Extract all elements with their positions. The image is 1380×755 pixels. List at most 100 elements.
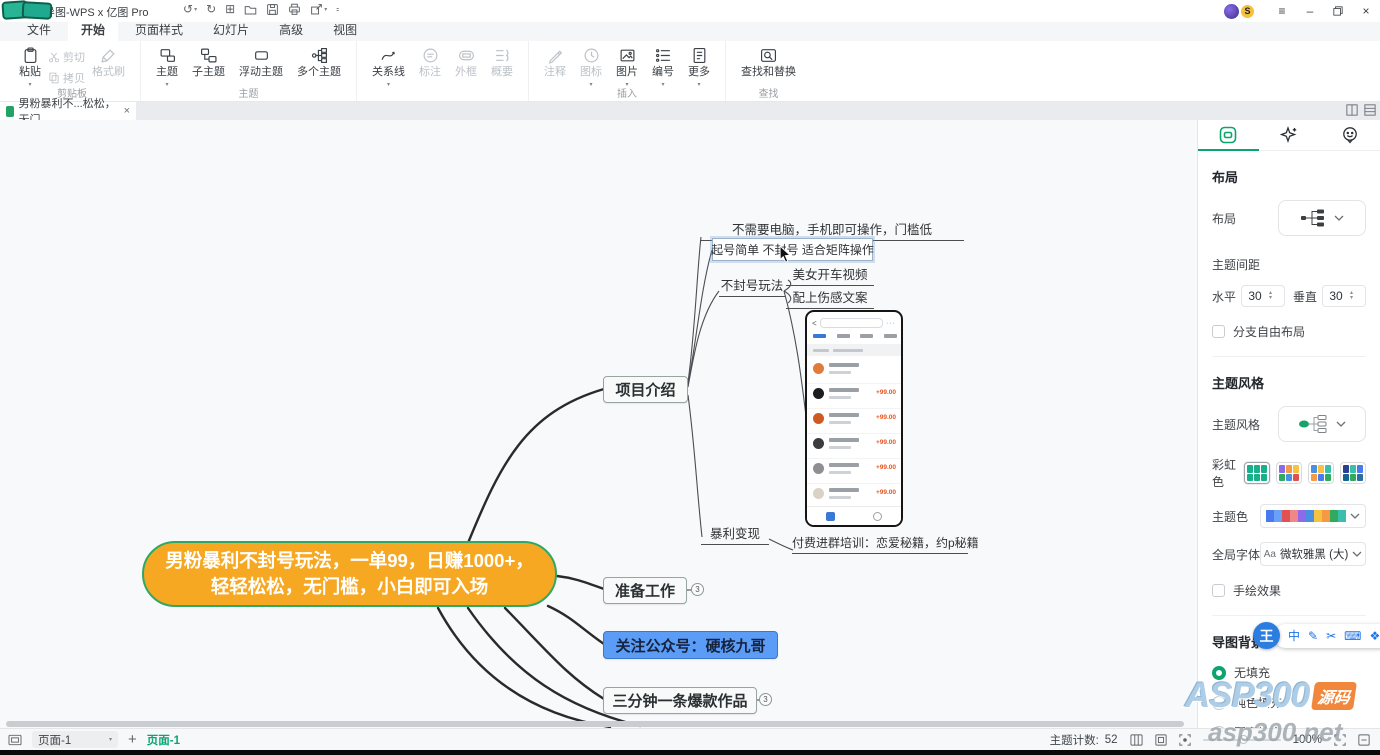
comment-button[interactable]: 注释 (537, 46, 573, 79)
callout-button[interactable]: 标注 (412, 46, 448, 79)
free-layout-checkbox[interactable] (1212, 325, 1225, 338)
copy-button[interactable]: 拷贝 (48, 70, 85, 86)
phone-screenshot-node[interactable]: < ··· +99.00+99.00+99.00+99.00+99.00 (805, 310, 903, 527)
print-icon[interactable] (288, 3, 301, 16)
menu-home[interactable]: 开始 (68, 19, 118, 41)
document-tab[interactable]: 男粉暴利不...松松，无门 × (0, 102, 136, 120)
ime-skin-icon[interactable]: ❖ (1369, 629, 1380, 643)
leaf-sad-text[interactable]: 配上伤感文案 (786, 287, 874, 309)
menu-slides[interactable]: 幻灯片 (200, 19, 262, 41)
theme-color-dropdown[interactable] (1260, 504, 1366, 528)
menu-file[interactable]: 文件 (14, 19, 64, 41)
theme-color-chip (1266, 510, 1274, 522)
stepper-arrows[interactable]: ▴▾ (1350, 291, 1353, 301)
bottom-black-strip (0, 750, 1380, 755)
no-fill-radio[interactable] (1212, 666, 1226, 680)
phone-avatar (813, 438, 824, 449)
solid-fill-radio[interactable] (1212, 696, 1226, 710)
grid-view-icon[interactable] (1346, 104, 1358, 116)
minimize-button[interactable]: – (1296, 0, 1324, 22)
summary-button[interactable]: 概要 (484, 46, 520, 79)
ime-keyboard-icon[interactable]: ⌨ (1344, 629, 1361, 643)
relation-line-button[interactable]: 关系线▾ (365, 46, 412, 92)
center-focus-icon[interactable] (1179, 734, 1191, 746)
rainbow-label: 彩虹色 (1212, 456, 1244, 490)
tab-sticker-panel[interactable] (1319, 120, 1380, 150)
close-button[interactable]: × (1352, 0, 1380, 22)
share-icon[interactable]: ▾ (310, 3, 327, 16)
horizontal-spacing-input[interactable] (1242, 289, 1268, 303)
theme-style-dropdown[interactable] (1278, 406, 1366, 442)
node-follow-account[interactable]: 关注公众号：硬核九哥 (603, 631, 778, 659)
panel-view-icon[interactable] (1364, 104, 1376, 116)
zoom-slider-handle[interactable] (1239, 735, 1248, 744)
tab-style-panel[interactable] (1198, 120, 1259, 150)
stepper-arrows[interactable]: ▴▾ (1269, 291, 1272, 301)
global-font-dropdown[interactable]: Aa 微软雅黑 (大) (1260, 542, 1366, 566)
floating-topic-button[interactable]: 浮动主题 (232, 46, 290, 79)
leaf-no-ban[interactable]: 不封号玩法 (719, 275, 785, 297)
node-three-minutes[interactable]: 三分钟一条爆款作品 (603, 687, 757, 714)
tab-close-icon[interactable]: × (124, 105, 130, 117)
zoom-slider[interactable] (1203, 739, 1281, 741)
rainbow-option-multicolor[interactable] (1276, 462, 1302, 484)
ime-logo[interactable]: 王 (1253, 622, 1280, 649)
menu-view[interactable]: 视图 (320, 19, 370, 41)
free-layout-label: 分支自由布局 (1233, 323, 1305, 340)
collapsed-count-badge[interactable]: 3 (691, 583, 704, 596)
theme-color-chip (1282, 510, 1290, 522)
horizontal-scrollbar[interactable] (6, 721, 1184, 727)
node-project-intro[interactable]: 项目介绍 (603, 376, 688, 403)
outline-view-icon[interactable] (1130, 734, 1143, 746)
page-thumbnail-icon[interactable] (8, 734, 22, 746)
customize-qat-icon[interactable]: ⹀ (336, 3, 339, 16)
cut-button[interactable]: 剪切 (48, 49, 85, 65)
restore-button[interactable] (1324, 0, 1352, 22)
find-replace-button[interactable]: 查找和替换 (734, 46, 803, 79)
save-icon[interactable] (266, 3, 279, 16)
redo-button[interactable]: ↻ (206, 2, 216, 16)
mindmap-canvas[interactable]: 男粉暴利不封号玩法，一单99，日赚1000+， 轻轻松松，无门槛，小白即可入场 … (0, 120, 1197, 728)
tab-ai-panel[interactable] (1259, 120, 1320, 150)
fullscreen-icon[interactable] (1334, 734, 1346, 746)
hand-drawn-checkbox[interactable] (1212, 584, 1225, 597)
boundary-button[interactable]: 外框 (448, 46, 484, 79)
group-label-insert: 插入 (529, 85, 725, 100)
phone-amount: +99.00 (876, 389, 896, 396)
smiley-pin-icon (1341, 126, 1359, 144)
ime-lang-toggle[interactable]: 中 (1288, 627, 1300, 644)
ribbon: 粘贴▾ 剪切 拷贝 格式刷 剪贴板 主题▾ (0, 41, 1380, 102)
rainbow-option-dark[interactable] (1340, 462, 1366, 484)
active-page-tab[interactable]: 页面-1 (147, 732, 180, 748)
fit-page-icon[interactable] (1155, 734, 1167, 746)
leaf-training[interactable]: 付费进群培训：恋爱秘籍，约p秘籍 (792, 534, 968, 554)
open-icon[interactable] (244, 3, 257, 16)
format-painter-button[interactable]: 格式刷 (85, 46, 132, 79)
layout-dropdown[interactable] (1278, 200, 1366, 236)
page-selector[interactable]: 页面-1 ▾ (32, 731, 118, 748)
collapse-bar-icon[interactable] (1358, 734, 1370, 746)
subtopic-button[interactable]: 子主题 (185, 46, 232, 79)
undo-button[interactable]: ↺▾ (183, 2, 197, 16)
vip-badge[interactable]: S (1241, 5, 1254, 18)
menu-page-style[interactable]: 页面样式 (122, 19, 196, 41)
ime-pen-icon[interactable]: ✎ (1308, 629, 1318, 643)
central-topic-node[interactable]: 男粉暴利不封号玩法，一单99，日赚1000+， 轻轻松松，无门槛，小白即可入场 (142, 541, 557, 607)
rainbow-option-mixed[interactable] (1308, 462, 1334, 484)
leaf-beauty-video[interactable]: 美女开车视频 (786, 264, 874, 286)
ime-scissors-icon[interactable]: ✂ (1326, 629, 1336, 643)
hamburger-menu-icon[interactable]: ≡ (1268, 0, 1296, 22)
leaf-profit[interactable]: 暴利变现 (701, 523, 769, 545)
rainbow-option-teal[interactable] (1244, 462, 1270, 484)
menu-bar: 文件 开始 页面样式 幻灯片 高级 视图 (0, 22, 1380, 41)
node-prepare[interactable]: 准备工作 (603, 577, 687, 604)
add-page-button[interactable]: + (128, 731, 137, 748)
phone-amount: +99.00 (876, 414, 896, 421)
vertical-spacing-input[interactable] (1323, 289, 1349, 303)
menu-advanced[interactable]: 高级 (266, 19, 316, 41)
multi-topic-button[interactable]: 多个主题 (290, 46, 348, 79)
new-button[interactable]: ⊞ (225, 2, 235, 16)
collapsed-count-badge[interactable]: 3 (759, 693, 772, 706)
user-avatar[interactable] (1224, 4, 1239, 19)
status-bar: 页面-1 ▾ + 页面-1 主题计数: 52 100% (0, 728, 1380, 750)
